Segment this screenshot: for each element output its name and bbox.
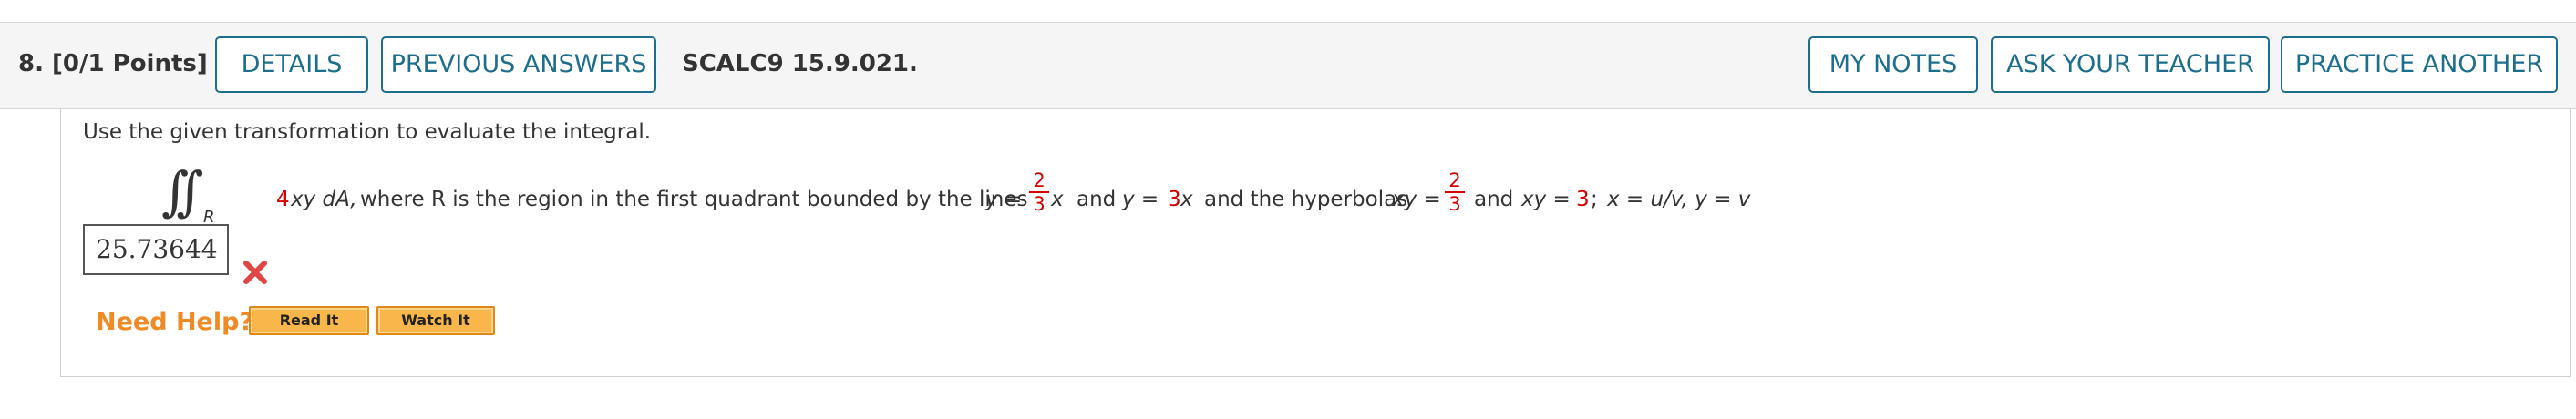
hyperbolas-text: and the hyperbolas [1204, 188, 1408, 211]
line1-fraction-numerator: 2 [1029, 169, 1049, 193]
practice-another-button[interactable]: PRACTICE ANOTHER [2281, 36, 2558, 93]
answer-field[interactable]: 25.73644 [83, 224, 229, 275]
hyperbola1-lhs: xy = [1392, 188, 1441, 211]
question-prompt: Use the given transformation to evaluate… [83, 120, 652, 144]
double-integral-symbol: ∫∫ [161, 160, 204, 222]
line2-variable: x [1180, 188, 1193, 211]
integrand-coefficient: 4 [276, 188, 290, 211]
question-header: 8. [0/1 Points] DETAILS PREVIOUS ANSWERS… [0, 22, 2576, 109]
transformation-text: x = u/v, y = v [1607, 188, 1751, 211]
question-id: SCALC9 15.9.021. [682, 50, 918, 77]
hyperbola1-fraction: 2 3 [1445, 169, 1465, 215]
need-help-label: Need Help? [96, 308, 254, 336]
line1-lhs: y = [985, 188, 1023, 211]
my-notes-button[interactable]: MY NOTES [1808, 36, 1978, 93]
hyperbola2-lhs: xy = [1521, 188, 1571, 211]
line1-fraction: 2 3 [1029, 169, 1049, 215]
integrand-text: xy dA, [291, 188, 357, 211]
hyperbola1-fraction-numerator: 2 [1445, 169, 1465, 193]
details-button[interactable]: DETAILS [215, 36, 368, 93]
hyperbola1-fraction-denominator: 3 [1448, 193, 1461, 215]
ask-your-teacher-button[interactable]: ASK YOUR TEACHER [1991, 36, 2270, 93]
line2-lhs: y = [1122, 188, 1159, 211]
watch-it-button[interactable]: Watch It [376, 306, 495, 335]
line1-fraction-denominator: 3 [1033, 193, 1046, 215]
previous-answers-button[interactable]: PREVIOUS ANSWERS [381, 36, 656, 93]
read-it-button[interactable]: Read It [249, 306, 369, 335]
question-number: 8. [0/1 Points] [18, 50, 208, 77]
line1-variable: x [1051, 188, 1064, 211]
question-body: Use the given transformation to evaluate… [60, 109, 2571, 377]
line2-coefficient: 3 [1168, 188, 1181, 211]
and-text-2: and [1474, 188, 1514, 211]
where-text: where R is the region in the first quadr… [360, 188, 1028, 211]
incorrect-x-icon [243, 261, 267, 284]
and-text-1: and [1077, 188, 1117, 211]
hyperbola2-value: 3 [1576, 188, 1590, 211]
semicolon: ; [1591, 188, 1598, 211]
